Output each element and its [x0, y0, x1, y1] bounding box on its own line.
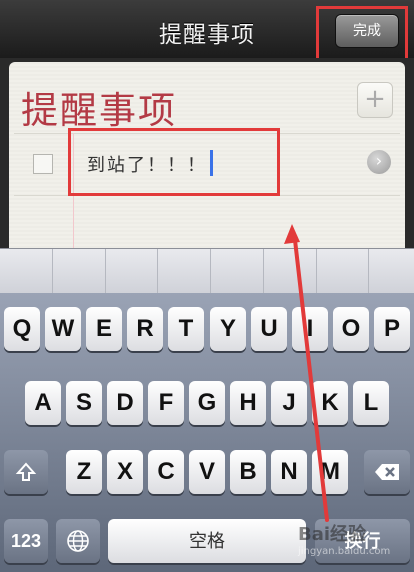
key-r[interactable]: R — [127, 307, 163, 351]
space-key[interactable]: 空格 — [108, 519, 306, 563]
key-h[interactable]: H — [230, 381, 266, 425]
key-c[interactable]: C — [148, 450, 184, 494]
reminder-checkbox[interactable] — [33, 154, 53, 174]
navigation-bar: 提醒事项 完成 — [0, 0, 414, 59]
globe-icon — [67, 530, 89, 552]
key-e[interactable]: E — [86, 307, 122, 351]
delete-key[interactable] — [364, 450, 410, 494]
candidate-bar — [0, 248, 414, 294]
globe-key[interactable] — [56, 519, 100, 563]
text-cursor — [210, 150, 213, 176]
shift-key[interactable] — [4, 450, 48, 494]
return-key[interactable]: 换行 — [315, 519, 410, 563]
key-n[interactable]: N — [271, 450, 307, 494]
key-z[interactable]: Z — [66, 450, 102, 494]
key-y[interactable]: Y — [210, 307, 246, 351]
list-title: 提醒事项 — [21, 89, 177, 132]
add-reminder-button[interactable]: + — [357, 82, 393, 118]
key-i[interactable]: I — [292, 307, 328, 351]
key-o[interactable]: O — [333, 307, 369, 351]
key-p[interactable]: P — [374, 307, 410, 351]
key-m[interactable]: M — [312, 450, 348, 494]
key-a[interactable]: A — [25, 381, 61, 425]
key-l[interactable]: L — [353, 381, 389, 425]
key-u[interactable]: U — [251, 307, 287, 351]
key-q[interactable]: Q — [4, 307, 40, 351]
key-x[interactable]: X — [107, 450, 143, 494]
key-k[interactable]: K — [312, 381, 348, 425]
done-button[interactable]: 完成 — [335, 14, 399, 48]
key-t[interactable]: T — [168, 307, 204, 351]
key-b[interactable]: B — [230, 450, 266, 494]
key-f[interactable]: F — [148, 381, 184, 425]
key-v[interactable]: V — [189, 450, 225, 494]
divider — [14, 133, 400, 134]
key-s[interactable]: S — [66, 381, 102, 425]
key-w[interactable]: W — [45, 307, 81, 351]
margin-line — [73, 133, 74, 248]
key-j[interactable]: J — [271, 381, 307, 425]
key-d[interactable]: D — [107, 381, 143, 425]
chevron-right-icon[interactable]: › — [367, 150, 391, 174]
delete-icon — [375, 464, 399, 480]
shift-icon — [15, 462, 37, 481]
key-g[interactable]: G — [189, 381, 225, 425]
numbers-key[interactable]: 123 — [4, 519, 48, 563]
reminder-text-field[interactable]: 到站了！！！ — [87, 151, 207, 177]
divider — [14, 195, 400, 196]
